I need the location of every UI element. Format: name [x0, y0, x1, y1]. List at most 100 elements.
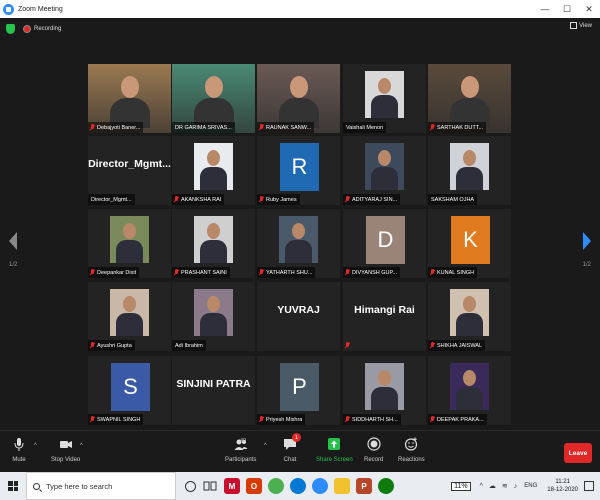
- profile-face: [378, 370, 391, 386]
- profile-face: [378, 150, 391, 166]
- reactions-button[interactable]: Reactions: [398, 437, 425, 463]
- participant-tile[interactable]: SINJINI PATRA: [172, 356, 255, 425]
- participant-tile[interactable]: Director_Mgmt... Director_Mgmt...: [88, 136, 171, 205]
- powerpoint-icon[interactable]: P: [356, 478, 372, 494]
- participant-face: [205, 76, 223, 98]
- participant-tile[interactable]: D DIVYANSH GUP...: [343, 209, 426, 278]
- participant-nameplate: YATHARTH SHU...: [257, 267, 316, 278]
- zoom-icon[interactable]: [312, 478, 328, 494]
- chat-badge: 1: [292, 433, 301, 442]
- language-indicator[interactable]: ENG: [524, 483, 537, 489]
- profile-picture: [194, 289, 233, 336]
- participant-tile[interactable]: PRASHANT SAINI: [172, 209, 255, 278]
- profile-face: [378, 78, 391, 94]
- participant-display-name: Himangi Rai: [354, 304, 415, 316]
- video-options-chevron-icon[interactable]: ^: [80, 443, 83, 449]
- chrome-icon[interactable]: [268, 478, 284, 494]
- participant-tile[interactable]: Vaishali Menon: [343, 64, 426, 133]
- media-icon[interactable]: [378, 478, 394, 494]
- profile-picture: [365, 143, 404, 190]
- volume-icon[interactable]: ♪: [514, 483, 518, 490]
- view-button[interactable]: View: [570, 22, 592, 29]
- participant-tile[interactable]: Debajyoti Baner...: [88, 64, 171, 133]
- participants-button[interactable]: 49 Participants: [225, 437, 256, 463]
- mute-button[interactable]: Mute: [12, 437, 26, 463]
- video-camera-icon: [59, 441, 72, 448]
- participant-tile[interactable]: R Ruby James: [257, 136, 340, 205]
- participant-tile[interactable]: DR GARIMA SRIVAS...: [172, 64, 255, 133]
- share-screen-button[interactable]: Share Screen: [316, 437, 353, 463]
- stop-video-button[interactable]: Stop Video: [51, 437, 80, 463]
- share-screen-icon: [328, 438, 341, 450]
- participant-name: Vaishali Menon: [346, 124, 384, 131]
- minimize-button[interactable]: —: [534, 0, 556, 18]
- file-explorer-icon[interactable]: [334, 478, 350, 494]
- muted-microphone-icon: [90, 124, 95, 131]
- recording-label: Recording: [34, 26, 62, 32]
- participant-display-name: Director_Mgmt...: [88, 158, 171, 170]
- cortana-icon[interactable]: [185, 480, 196, 492]
- participants-options-chevron-icon[interactable]: ^: [264, 443, 267, 449]
- participant-tile[interactable]: P Priyesh Mishra: [257, 356, 340, 425]
- participant-nameplate: RAUNAK SANW...: [257, 122, 315, 133]
- mcafee-icon[interactable]: M: [224, 478, 240, 494]
- participant-tile[interactable]: Ayushri Gupta: [88, 282, 171, 351]
- participant-tile[interactable]: YATHARTH SHU...: [257, 209, 340, 278]
- profile-picture: [194, 143, 233, 190]
- wifi-icon[interactable]: ≋: [502, 482, 508, 490]
- participant-tile[interactable]: SAKSHAM OJHA: [428, 136, 511, 205]
- participant-tile[interactable]: Deepankar Dixit: [88, 209, 171, 278]
- notifications-icon[interactable]: [584, 481, 594, 491]
- maximize-button[interactable]: ☐: [556, 0, 578, 18]
- participant-tile[interactable]: S SWAPNIL SINGH: [88, 356, 171, 425]
- start-button[interactable]: [0, 472, 26, 500]
- participant-tile[interactable]: YUVRAJ: [257, 282, 340, 351]
- muted-microphone-icon: [345, 269, 350, 276]
- previous-page-icon[interactable]: [9, 232, 17, 250]
- profile-picture: [450, 289, 489, 336]
- participant-nameplate: DR GARIMA SRIVAS...: [172, 122, 235, 133]
- participant-tile[interactable]: Adi Ibrahim: [172, 282, 255, 351]
- meeting-top-bar: Recording View: [0, 18, 600, 40]
- taskbar-search-input[interactable]: [46, 481, 166, 491]
- participant-tile[interactable]: ADITYARAJ SIN...: [343, 136, 426, 205]
- window-title: Zoom Meeting: [18, 5, 63, 13]
- profile-picture: [365, 71, 404, 118]
- edge-icon[interactable]: [290, 478, 306, 494]
- muted-microphone-icon: [90, 342, 95, 349]
- participant-tile[interactable]: SARTHAK DUTT...: [428, 64, 511, 133]
- participant-tile[interactable]: RAUNAK SANW...: [257, 64, 340, 133]
- participant-name: Ruby James: [266, 196, 297, 203]
- office-icon[interactable]: O: [246, 478, 262, 494]
- participant-tile[interactable]: K KUNAL SINGH: [428, 209, 511, 278]
- close-button[interactable]: ✕: [578, 0, 600, 18]
- muted-microphone-icon: [90, 416, 95, 423]
- participant-tile[interactable]: Himangi Rai: [343, 282, 426, 351]
- chat-button[interactable]: 1 Chat: [283, 433, 301, 463]
- profile-face: [123, 223, 136, 239]
- taskbar-search[interactable]: [26, 472, 176, 500]
- chevron-up-icon[interactable]: ^: [480, 483, 483, 490]
- profile-picture: [279, 216, 318, 263]
- muted-microphone-icon: [345, 196, 350, 203]
- participant-nameplate: SHIKHA JAISWAL: [428, 340, 486, 351]
- leave-button[interactable]: Leave: [564, 443, 592, 463]
- profile-face: [463, 150, 476, 166]
- mute-options-chevron-icon[interactable]: ^: [34, 443, 37, 449]
- muted-microphone-icon: [259, 416, 264, 423]
- participant-name: PRASHANT SAINI: [181, 269, 227, 276]
- record-button[interactable]: Record: [364, 437, 383, 463]
- participant-tile[interactable]: DEEPAK PRAKA...: [428, 356, 511, 425]
- cloud-icon[interactable]: ☁: [489, 482, 496, 490]
- security-shield-icon[interactable]: [6, 24, 15, 34]
- muted-microphone-icon: [259, 196, 264, 203]
- participant-tile[interactable]: SIDDHARTH SH...: [343, 356, 426, 425]
- clock[interactable]: 11:21 18-12-2020: [547, 478, 578, 494]
- participant-tile[interactable]: SHIKHA JAISWAL: [428, 282, 511, 351]
- gallery-view: 1/2 1/2 Debajyoti Baner... DR GARIMA SRIV…: [0, 40, 600, 430]
- next-page-icon[interactable]: [583, 232, 591, 250]
- battery-indicator[interactable]: 11%: [451, 481, 471, 491]
- zoom-logo-icon: [3, 3, 14, 15]
- participant-tile[interactable]: AKANKSHA RAI: [172, 136, 255, 205]
- task-view-icon[interactable]: [202, 478, 218, 494]
